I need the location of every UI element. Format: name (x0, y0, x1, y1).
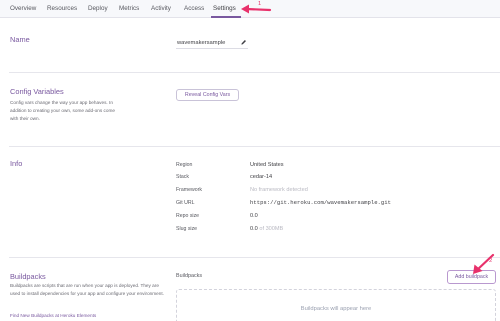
repo-size-value: 0.0 (250, 213, 258, 219)
git-url-label: Git URL (176, 200, 195, 206)
slug-size-label: Slug size (176, 226, 198, 232)
slug-size-limit: of 300MB (259, 226, 284, 232)
region-value: United States (250, 162, 284, 168)
section-divider (9, 257, 500, 258)
region-label: Region (176, 162, 193, 168)
section-divider (9, 72, 500, 73)
framework-value: No framework detected (250, 187, 308, 193)
find-buildpacks-link[interactable]: Find New Buildpacks at Heroku Elements (10, 313, 96, 318)
config-section-title: Config Variables (10, 87, 64, 96)
annotation-arrows (241, 4, 495, 274)
name-section-title: Name (10, 35, 30, 44)
buildpacks-description: Buildpacks are scripts that are run when… (10, 283, 165, 296)
tab-metrics[interactable]: Metrics (119, 5, 139, 12)
repo-size-label: Repo size (176, 213, 200, 219)
tab-resources[interactable]: Resources (47, 5, 77, 12)
buildpacks-subheading: Buildpacks (176, 273, 203, 279)
stack-label: Stack (176, 174, 189, 180)
git-url-value[interactable]: https://git.heroku.com/wavemakersample.g… (250, 199, 391, 206)
app-name-underline (176, 48, 248, 49)
app-name-value[interactable]: wavemakersample (177, 40, 225, 46)
tab-deploy[interactable]: Deploy (88, 5, 108, 12)
tab-access[interactable]: Access (184, 5, 204, 12)
annotation-step-2: 2 (489, 258, 493, 264)
annotation-step-1: 1 (258, 1, 262, 7)
info-section-title: Info (10, 159, 23, 168)
active-tab-indicator (211, 16, 241, 18)
tab-settings[interactable]: Settings (213, 5, 236, 12)
buildpacks-section-title: Buildpacks (10, 272, 46, 281)
stack-value: cedar-14 (250, 174, 273, 180)
slug-size-value: 0.0 (250, 226, 258, 232)
slug-size-row: 0.0 of 300MB (250, 226, 283, 232)
framework-label: Framework (176, 187, 202, 193)
reveal-config-vars-button[interactable]: Reveal Config Vars (176, 89, 239, 101)
buildpacks-empty-dropzone: Buildpacks will appear here (176, 289, 496, 321)
section-divider (9, 146, 500, 147)
config-description: Config vars change the way your app beha… (10, 100, 116, 121)
buildpacks-empty-text: Buildpacks will appear here (300, 306, 372, 312)
app-tab-bar: Overview Resources Deploy Metrics Activi… (0, 0, 500, 18)
tab-overview[interactable]: Overview (10, 5, 36, 12)
edit-pencil-icon[interactable] (240, 39, 247, 46)
tab-activity[interactable]: Activity (151, 5, 171, 12)
add-buildpack-button[interactable]: Add buildpack (447, 270, 496, 284)
